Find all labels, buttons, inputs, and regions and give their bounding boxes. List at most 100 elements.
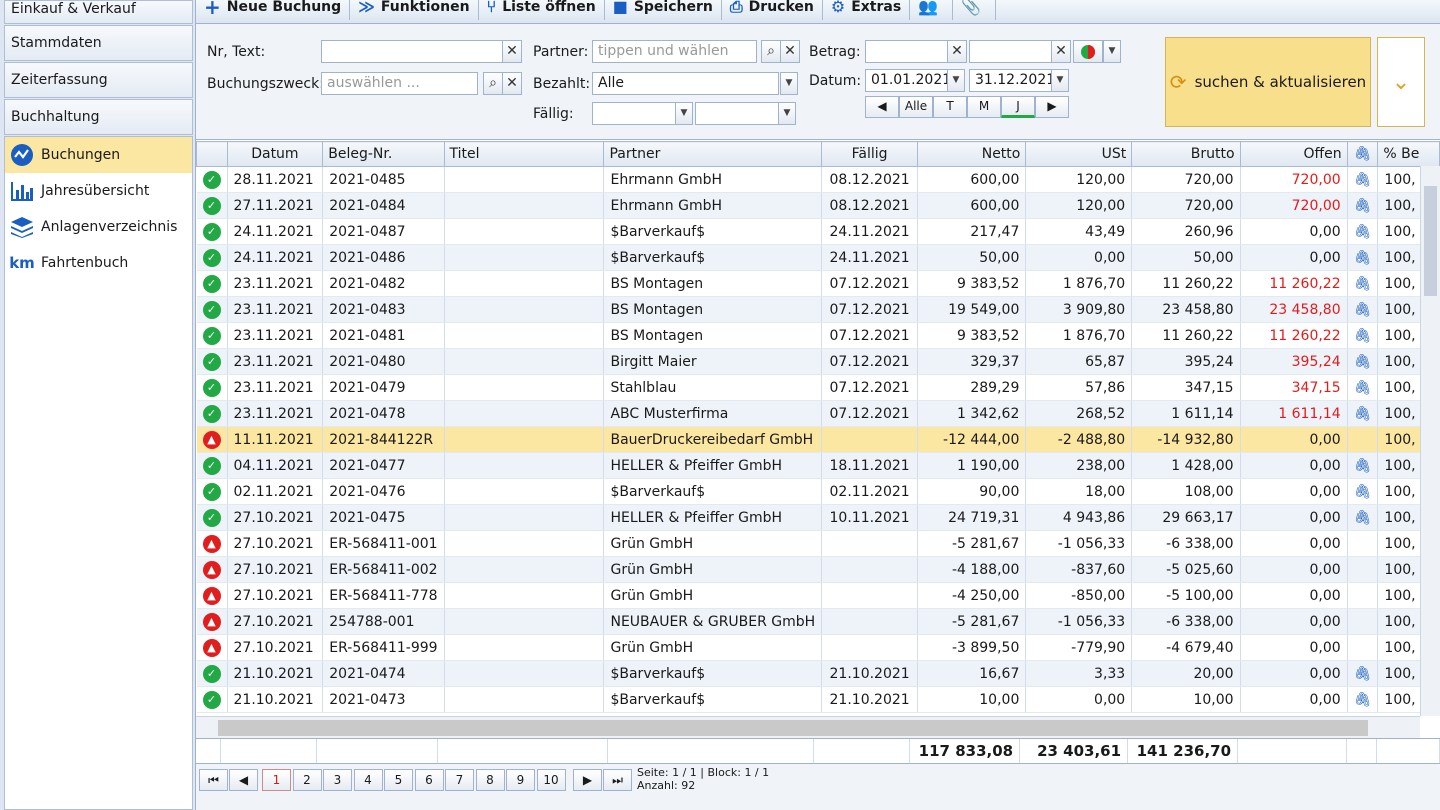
col-titel[interactable]: Titel <box>443 141 605 167</box>
cell-attachment[interactable]: 🖇 <box>1347 322 1379 349</box>
paperclip-icon[interactable]: 🖇 <box>1354 172 1372 188</box>
table-row[interactable]: ✓ 23.11.2021 2021-0482 BS Montagen 07.12.202… <box>196 270 1440 297</box>
cell-attachment[interactable]: 🖇 <box>1347 192 1379 219</box>
paperclip-icon[interactable]: 🖇 <box>1354 302 1372 318</box>
vertical-scrollbar[interactable] <box>1420 166 1440 716</box>
extras-button[interactable]: ⚙ Extras <box>823 0 911 20</box>
zweck-search-icon[interactable]: ⌕ <box>483 72 503 95</box>
col-partner[interactable]: Partner <box>603 141 823 167</box>
page-button-9[interactable]: 9 <box>506 769 535 791</box>
cell-attachment[interactable] <box>1347 582 1379 609</box>
bezahlt-select[interactable]: Alle <box>592 72 779 95</box>
col-beleg-nr[interactable]: Beleg-Nr. <box>322 141 445 167</box>
attach-button[interactable]: 📎 <box>953 0 997 20</box>
table-row[interactable]: ✓ 23.11.2021 2021-0478 ABC Musterfirma 07.12… <box>196 400 1440 427</box>
paperclip-icon[interactable]: 🖇 <box>1354 510 1372 526</box>
faellig-from-input[interactable] <box>592 102 676 125</box>
horizontal-scroll-thumb[interactable] <box>218 720 1368 736</box>
table-row[interactable]: ✓ 23.11.2021 2021-0480 Birgitt Maier 07.12.2… <box>196 348 1440 375</box>
table-row[interactable]: ✓ 02.11.2021 2021-0476 $Barverkauf$ 02.11.20… <box>196 478 1440 505</box>
page-button-3[interactable]: 3 <box>323 769 352 791</box>
next-page-icon[interactable]: ▶ <box>573 769 602 791</box>
first-page-icon[interactable]: ⏮ <box>199 769 228 791</box>
sidebar-item-fahrtenbuch[interactable]: km Fahrtenbuch <box>5 245 192 281</box>
page-button-7[interactable]: 7 <box>445 769 474 791</box>
betrag-mode-icon[interactable] <box>1073 40 1103 63</box>
collapse-filter-button[interactable]: ⌄ <box>1377 37 1425 127</box>
table-row[interactable]: ✓ 28.11.2021 2021-0485 Ehrmann GmbH 08.12.20… <box>196 166 1440 193</box>
faellig-to-input[interactable] <box>695 102 779 125</box>
table-row[interactable]: ✓ 21.10.2021 2021-0474 $Barverkauf$ 21.10.20… <box>196 660 1440 687</box>
datum-to-dropdown-icon[interactable]: ▼ <box>1051 69 1069 92</box>
paperclip-icon[interactable]: 🖇 <box>1354 276 1372 292</box>
section-stammdaten[interactable]: Stammdaten <box>4 25 193 61</box>
page-button-8[interactable]: 8 <box>475 769 505 791</box>
paperclip-icon[interactable]: 🖇 <box>1354 458 1372 474</box>
period-prev-icon[interactable]: ◀ <box>865 96 899 118</box>
table-row[interactable]: ▲ 27.10.2021 ER-568411-778 Grün GmbH -4 250,… <box>196 582 1440 609</box>
table-row[interactable]: ✓ 21.10.2021 2021-0473 $Barverkauf$ 21.10.20… <box>196 686 1440 713</box>
funktionen-button[interactable]: ≫ Funktionen <box>350 0 479 20</box>
col-attachment[interactable]: 🖇 <box>1346 141 1379 167</box>
table-row[interactable]: ✓ 24.11.2021 2021-0487 $Barverkauf$ 24.11.20… <box>196 218 1440 245</box>
col-faellig[interactable]: Fällig <box>821 141 918 167</box>
table-row[interactable]: ▲ 27.10.2021 254788-001 NEUBAUER & GRUBER G… <box>196 608 1440 635</box>
vertical-scroll-thumb[interactable] <box>1424 186 1437 296</box>
section-einkauf-verkauf[interactable]: Einkauf & Verkauf <box>4 0 193 24</box>
cell-attachment[interactable]: 🖇 <box>1347 270 1379 297</box>
cell-attachment[interactable] <box>1347 426 1379 453</box>
paperclip-icon[interactable]: 🖇 <box>1354 380 1372 396</box>
datum-from-input[interactable]: 01.01.2021 <box>865 69 951 92</box>
cell-attachment[interactable] <box>1347 608 1379 635</box>
paperclip-icon[interactable]: 🖇 <box>1354 198 1372 214</box>
bezahlt-dropdown-icon[interactable]: ▼ <box>780 72 798 95</box>
col-status[interactable] <box>196 141 228 167</box>
liste-oeffnen-button[interactable]: ⑂ Liste öffnen <box>479 0 605 20</box>
cell-attachment[interactable]: 🖇 <box>1347 244 1379 271</box>
table-row[interactable]: ✓ 27.11.2021 2021-0484 Ehrmann GmbH 08.12.20… <box>196 192 1440 219</box>
cell-attachment[interactable]: 🖇 <box>1347 166 1379 193</box>
cell-attachment[interactable]: 🖇 <box>1347 686 1379 713</box>
cell-attachment[interactable]: 🖇 <box>1347 218 1379 245</box>
table-row[interactable]: ✓ 23.11.2021 2021-0483 BS Montagen 07.12.202… <box>196 296 1440 323</box>
table-row[interactable]: ✓ 23.11.2021 2021-0479 Stahlblau 07.12.2021 2… <box>196 374 1440 401</box>
period-next-icon[interactable]: ▶ <box>1035 96 1069 118</box>
sidebar-item-jahresuebersicht[interactable]: Jahresübersicht <box>5 173 192 209</box>
betrag-mode-dropdown-icon[interactable]: ▼ <box>1103 40 1121 63</box>
table-row[interactable]: ▲ 27.10.2021 ER-568411-002 Grün GmbH -4 188,… <box>196 556 1440 583</box>
period-m-button[interactable]: M <box>967 96 1001 118</box>
cell-attachment[interactable]: 🖇 <box>1347 296 1379 323</box>
table-row[interactable]: ✓ 04.11.2021 2021-0477 HELLER & Pfeiffer Gm… <box>196 452 1440 479</box>
drucken-button[interactable]: ⎙ Drucken <box>722 0 823 20</box>
period-t-button[interactable]: T <box>933 96 967 118</box>
betrag-from-clear-icon[interactable]: ✕ <box>947 40 967 63</box>
sidebar-item-anlagenverzeichnis[interactable]: Anlagenverzeichnis <box>5 209 192 245</box>
paperclip-icon[interactable]: 🖇 <box>1354 250 1372 266</box>
partner-search-icon[interactable]: ⌕ <box>761 40 781 63</box>
horizontal-scrollbar[interactable] <box>196 716 1420 738</box>
partner-input[interactable]: tippen und wählen <box>592 40 757 63</box>
paperclip-icon[interactable]: 🖇 <box>1354 354 1372 370</box>
cell-attachment[interactable] <box>1347 634 1379 661</box>
nr-text-clear-icon[interactable]: ✕ <box>502 40 522 63</box>
betrag-to-clear-icon[interactable]: ✕ <box>1051 40 1071 63</box>
table-row[interactable]: ✓ 24.11.2021 2021-0486 $Barverkauf$ 24.11.20… <box>196 244 1440 271</box>
zweck-clear-icon[interactable]: ✕ <box>502 72 522 95</box>
col-brutto[interactable]: Brutto <box>1131 141 1241 167</box>
betrag-to-input[interactable] <box>969 40 1052 63</box>
page-button-4[interactable]: 4 <box>353 769 383 791</box>
col-prozent[interactable]: % Be <box>1377 141 1440 167</box>
paperclip-icon[interactable]: 🖇 <box>1354 692 1372 708</box>
cell-attachment[interactable]: 🖇 <box>1347 478 1379 505</box>
nr-text-input[interactable] <box>321 40 504 63</box>
section-buchhaltung[interactable]: Buchhaltung <box>4 99 193 135</box>
section-zeiterfassung[interactable]: Zeiterfassung <box>4 62 193 98</box>
paperclip-icon[interactable]: 🖇 <box>1354 406 1372 422</box>
cell-attachment[interactable]: 🖇 <box>1347 374 1379 401</box>
cell-attachment[interactable]: 🖇 <box>1347 660 1379 687</box>
datum-to-input[interactable]: 31.12.2021 <box>969 69 1055 92</box>
page-button-2[interactable]: 2 <box>292 769 322 791</box>
last-page-icon[interactable]: ⏭ <box>603 769 632 791</box>
page-button-5[interactable]: 5 <box>384 769 413 791</box>
paperclip-icon[interactable]: 🖇 <box>1354 328 1372 344</box>
